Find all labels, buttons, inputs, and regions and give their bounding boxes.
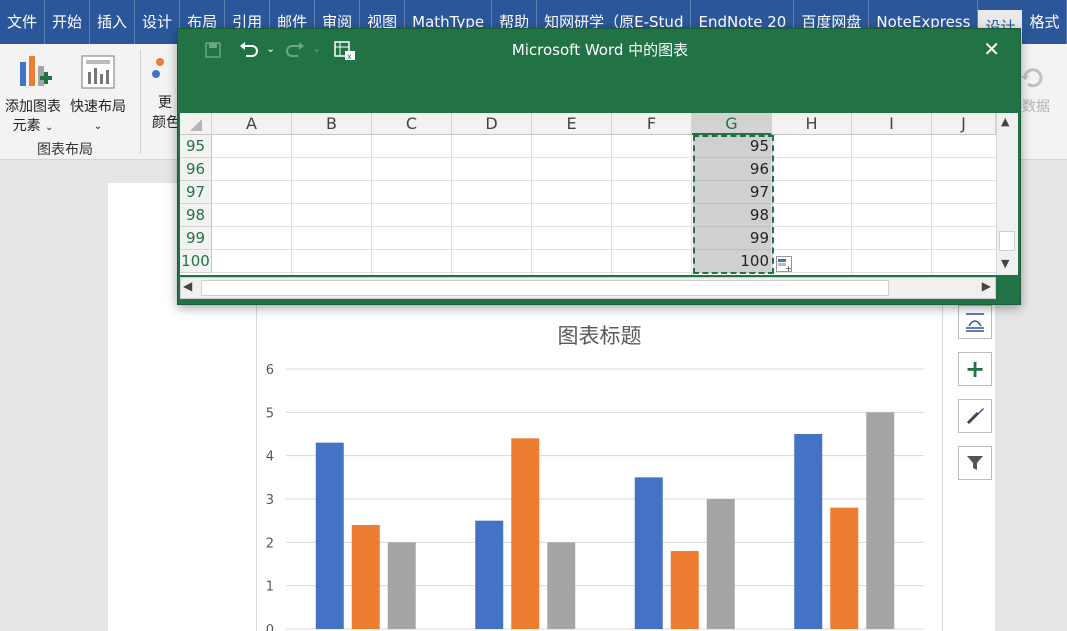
group-divider	[140, 50, 141, 154]
grid-column-line	[451, 135, 452, 275]
grid-row-line	[212, 226, 996, 227]
bar-series-2-category-3[interactable]	[670, 551, 699, 629]
grid-row-line	[212, 203, 996, 204]
tab-0[interactable]: 文件	[0, 0, 46, 44]
grid-column-line	[611, 135, 612, 275]
column-header-c[interactable]: C	[372, 113, 452, 135]
vertical-scrollbar[interactable]: ▲ ▼	[996, 113, 1018, 275]
horizontal-scroll-thumb[interactable]	[201, 280, 889, 296]
y-tick-label: 5	[266, 406, 274, 421]
chart-styles-button[interactable]	[958, 399, 992, 433]
quick-layout-label: 快速布局	[70, 99, 126, 115]
column-header-g[interactable]: G	[692, 113, 772, 135]
row-header[interactable]: 98	[180, 204, 212, 227]
close-icon[interactable]: ✕	[983, 37, 1000, 61]
filter-icon	[967, 456, 983, 470]
row-header[interactable]: 96	[180, 158, 212, 181]
bar-series-2-category-4[interactable]	[830, 507, 859, 629]
tab-16[interactable]: 格式	[1022, 0, 1067, 44]
color-palette-icon	[152, 58, 164, 78]
bar-chart: 0 1 2 3 4 5 6	[266, 363, 924, 631]
row-header[interactable]: 97	[180, 181, 212, 204]
grid-column-line	[291, 135, 292, 275]
excel-window-title: Microsoft Word 中的图表	[511, 41, 689, 59]
column-header-i[interactable]: I	[852, 113, 932, 135]
chart-layout-group-label: 图表布局	[37, 142, 93, 158]
quick-layout-button[interactable]: 快速布局 ⌄	[66, 52, 130, 136]
column-header-e[interactable]: E	[532, 113, 612, 135]
bar-series-2-category-1[interactable]	[351, 525, 380, 629]
y-tick-label: 4	[266, 450, 274, 465]
scroll-right-icon[interactable]: ▶	[982, 279, 991, 293]
add-chart-element-label-2: 元素	[12, 118, 41, 134]
column-header-a[interactable]: A	[212, 113, 292, 135]
plus-icon: +	[964, 355, 986, 383]
chart-elements-button[interactable]: +	[958, 352, 992, 386]
row-header[interactable]: 100	[180, 250, 212, 273]
y-tick-label: 0	[266, 623, 274, 631]
bar-series-3-category-3[interactable]	[706, 499, 735, 629]
select-all-icon	[189, 119, 202, 131]
column-header-d[interactable]: D	[452, 113, 532, 135]
quick-layout-icon	[81, 55, 115, 89]
add-chart-element-icon	[20, 56, 52, 86]
y-tick-label: 3	[266, 493, 274, 508]
column-header-j[interactable]: J	[932, 113, 996, 135]
grid-column-line	[691, 135, 692, 275]
column-header-h[interactable]: H	[772, 113, 852, 135]
grid-column-line	[371, 135, 372, 275]
bar-series-1-category-4[interactable]	[794, 434, 823, 629]
add-chart-element-label: 添加图表	[5, 99, 61, 115]
bar-series-1-category-2[interactable]	[475, 520, 504, 629]
chevron-down-icon: ⌄	[93, 121, 103, 132]
chevron-down-icon: ⌄	[45, 122, 54, 133]
tab-1[interactable]: 开始	[45, 0, 91, 44]
layout-options-icon	[966, 313, 984, 332]
grid-row-line	[212, 157, 996, 158]
grid-row-line	[212, 249, 996, 250]
svg-text:+: +	[785, 264, 791, 272]
add-chart-element-button[interactable]: 添加图表 元素 ⌄	[2, 52, 64, 137]
bar-series-1-category-3[interactable]	[634, 477, 663, 629]
quick-analysis-icon[interactable]: +	[776, 256, 792, 273]
bar-series-3-category-1[interactable]	[387, 542, 416, 629]
bar-series-1-category-1[interactable]	[315, 442, 344, 629]
vertical-scroll-thumb[interactable]	[999, 231, 1015, 251]
y-tick-label: 1	[266, 580, 274, 595]
column-header-f[interactable]: F	[612, 113, 692, 135]
change-colors-label-2: 颜色	[152, 115, 180, 131]
select-all-corner[interactable]	[180, 113, 212, 135]
bar-series-3-category-4[interactable]	[866, 412, 895, 629]
scroll-left-icon[interactable]: ◀	[183, 279, 192, 293]
chart-filters-button[interactable]	[958, 446, 992, 480]
scroll-down-icon[interactable]: ▼	[1001, 257, 1009, 270]
excel-chart-data-window: ⌄ ⌄ x Microsoft Word 中的图表 ✕ A B C D E F G H I J 95…	[177, 28, 1021, 305]
row-header[interactable]: 99	[180, 227, 212, 250]
selection-marquee	[693, 135, 774, 274]
grid-row-line	[212, 272, 996, 273]
column-header-b[interactable]: B	[292, 113, 372, 135]
change-colors-button[interactable]: 更 颜色	[150, 52, 180, 131]
chart-title[interactable]: 图表标题	[256, 320, 943, 350]
y-tick-label: 2	[266, 536, 274, 551]
bar-series-2-category-2[interactable]	[511, 438, 540, 629]
row-header[interactable]: 95	[180, 135, 212, 158]
scroll-up-icon[interactable]: ▲	[1001, 115, 1009, 128]
refresh-data-label: 数据	[1022, 99, 1050, 115]
bar-series-3-category-2[interactable]	[547, 542, 576, 629]
refresh-icon	[1021, 68, 1043, 88]
paintbrush-icon	[966, 408, 984, 425]
grid-column-line	[931, 135, 932, 275]
tab-2[interactable]: 插入	[90, 0, 136, 44]
y-tick-label: 6	[266, 363, 274, 378]
change-colors-label: 更	[158, 95, 172, 111]
tab-3[interactable]: 设计	[135, 0, 181, 44]
grid-row-line	[212, 180, 996, 181]
grid-column-line	[851, 135, 852, 275]
horizontal-scrollbar[interactable]: ◀ ▶	[180, 277, 996, 299]
spreadsheet-grid[interactable]: A B C D E F G H I J 95 95 96 96 97 97 98 98 99 99 100 100 + ▲ ▼	[180, 113, 1018, 275]
grid-column-line	[531, 135, 532, 275]
layout-options-button[interactable]	[958, 305, 992, 339]
